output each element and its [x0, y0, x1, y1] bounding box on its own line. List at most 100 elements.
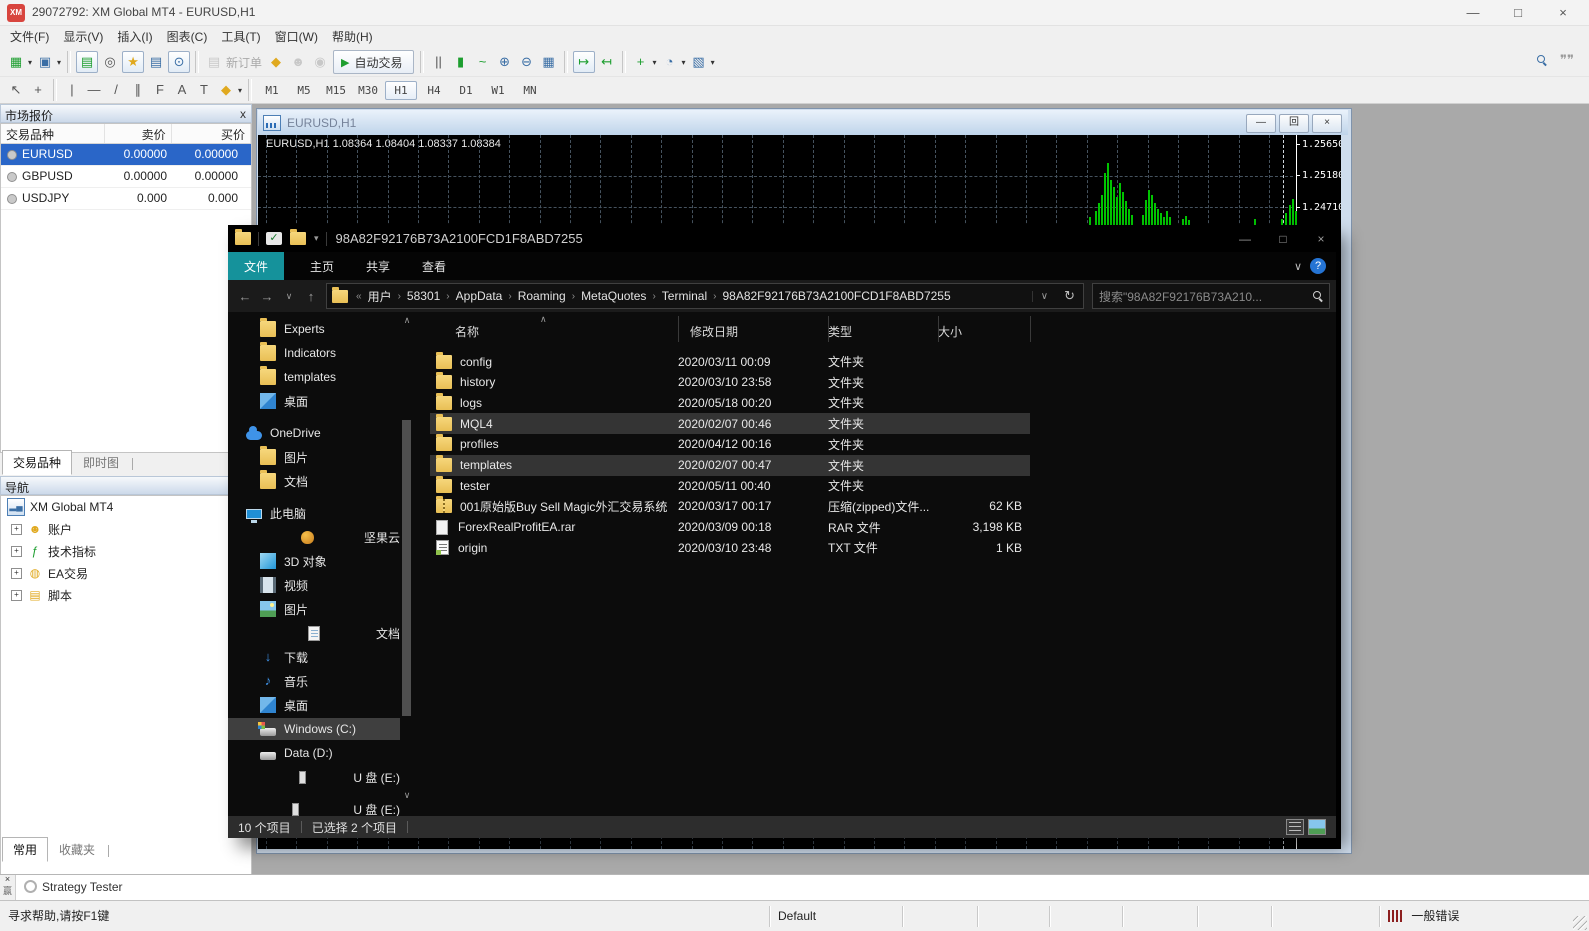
market-row-EURUSD[interactable]: EURUSD 0.00000 0.00000 — [1, 144, 251, 166]
market-watch-close-icon[interactable]: x — [240, 107, 246, 121]
cursor-icon[interactable]: ↖ — [6, 80, 26, 100]
indicators-icon[interactable]: + — [631, 52, 651, 72]
status-profile[interactable]: Default — [770, 906, 903, 927]
indicators-dropdown-caret[interactable]: ▾ — [653, 58, 657, 67]
market-watch-icon[interactable]: ▤ — [76, 51, 99, 73]
mw-tab-交易品种[interactable]: 交易品种 — [2, 450, 73, 475]
sidebar-item-10[interactable]: 视频 — [228, 574, 400, 596]
shapes-icon[interactable]: ◆ — [216, 80, 236, 100]
fibonacci-icon[interactable]: F — [150, 80, 170, 100]
line-chart-icon[interactable]: ~ — [473, 52, 493, 72]
tester-close-icon[interactable]: × — [0, 875, 15, 884]
sidebar-item-2[interactable]: templates — [228, 366, 400, 388]
chart-caption[interactable]: EURUSD,H1 — 回 × — [258, 110, 1348, 135]
strategy-tester-icon[interactable]: ⊙ — [168, 51, 191, 73]
timeframe-m30[interactable]: M30 — [353, 82, 383, 99]
file-row-2[interactable]: logs 2020/05/18 00:20 文件夹 — [430, 392, 1030, 413]
sidebar-item-12[interactable]: 文档 — [228, 622, 400, 644]
sidebar-scrollbar-thumb[interactable] — [402, 420, 411, 716]
timeframe-d1[interactable]: D1 — [451, 82, 481, 99]
column-header-0[interactable]: 名称 — [455, 323, 479, 340]
trendline-icon[interactable]: / — [106, 80, 126, 100]
timeframe-m15[interactable]: M15 — [321, 82, 351, 99]
sidebar-item-11[interactable]: 图片 — [228, 598, 400, 620]
mw-column-1[interactable]: 卖价 — [105, 124, 172, 143]
vertical-line-icon[interactable]: | — [62, 80, 82, 100]
timeframe-h1[interactable]: H1 — [385, 80, 418, 100]
scrollbar-up-icon[interactable]: ∧ — [401, 315, 413, 326]
nav-item-3[interactable]: + ▤ 脚本 — [1, 584, 251, 606]
sidebar-item-8[interactable]: 坚果云 — [228, 526, 400, 548]
menu-item-1[interactable]: 显示(V) — [63, 25, 117, 48]
column-header-1[interactable]: 修改日期 — [690, 323, 738, 340]
sidebar-item-4[interactable]: OneDrive — [228, 422, 400, 444]
menu-item-2[interactable]: 插入(I) — [117, 25, 166, 48]
periods-icon[interactable]: ◔ — [660, 52, 680, 72]
back-icon[interactable]: ← — [234, 289, 256, 304]
breadcrumb-5[interactable]: Terminal — [660, 289, 709, 303]
sidebar-item-7[interactable]: 此电脑 — [228, 502, 400, 524]
expand-icon[interactable]: + — [11, 523, 22, 535]
checked-folder-icon[interactable]: ✓ — [266, 232, 282, 245]
breadcrumb-0[interactable]: 用户 — [366, 288, 394, 305]
chart-restore-button[interactable]: 回 — [1279, 114, 1309, 133]
ribbon-collapse-icon[interactable]: ∨ — [1294, 260, 1302, 273]
community-icon[interactable]: ☻ — [288, 52, 308, 72]
breadcrumb-3[interactable]: Roaming — [516, 289, 568, 303]
qat-dropdown-caret[interactable]: ▾ — [314, 233, 319, 244]
sidebar-item-18[interactable]: U 盘 (E:) — [228, 766, 400, 788]
menu-item-3[interactable]: 图表(C) — [167, 25, 222, 48]
autotrade-button[interactable]: ▶ 自动交易 — [333, 50, 414, 74]
horizontal-line-icon[interactable]: — — [84, 80, 104, 100]
tester-side-tab[interactable]: 赢 — [0, 884, 15, 897]
file-row-7[interactable]: 001原始版Buy Sell Magic外汇交易系统 2020/03/17 00:… — [430, 496, 1030, 517]
explorer-minimize-button[interactable]: — — [1230, 232, 1260, 246]
templates-dropdown-caret[interactable]: ▾ — [711, 58, 715, 67]
close-button[interactable]: × — [1548, 3, 1578, 22]
zoom-in-icon[interactable]: ⊕ — [495, 52, 515, 72]
timeframe-m5[interactable]: M5 — [289, 82, 319, 99]
nav-item-1[interactable]: + ƒ 技术指标 — [1, 540, 251, 562]
resize-grip[interactable] — [1573, 916, 1587, 930]
address-dropdown-icon[interactable]: ∨ — [1031, 290, 1056, 302]
tile-windows-icon[interactable]: ▦ — [539, 52, 559, 72]
help-icon[interactable]: ? — [1310, 258, 1326, 274]
ribbon-tab-查看[interactable]: 查看 — [406, 252, 462, 280]
file-row-9[interactable]: origin 2020/03/10 23:48 TXT 文件 1 KB — [430, 537, 1030, 558]
ribbon-tab-主页[interactable]: 主页 — [294, 252, 350, 280]
chart-shift-icon[interactable]: ↤ — [597, 52, 617, 72]
column-divider[interactable] — [828, 316, 829, 342]
navigator-icon[interactable]: ★ — [122, 51, 145, 73]
explorer-maximize-button[interactable]: □ — [1268, 232, 1298, 246]
timeframe-h4[interactable]: H4 — [419, 82, 449, 99]
maximize-button[interactable]: □ — [1503, 3, 1533, 22]
new-order-icon[interactable]: ▤ — [204, 52, 224, 72]
ribbon-tab-共享[interactable]: 共享 — [350, 252, 406, 280]
breadcrumb-4[interactable]: MetaQuotes — [579, 289, 648, 303]
file-row-6[interactable]: tester 2020/05/11 00:40 文件夹 — [430, 475, 1030, 496]
text-label-icon[interactable]: T — [194, 80, 214, 100]
news-icon[interactable]: ◉ — [310, 52, 330, 72]
periods-dropdown-caret[interactable]: ▾ — [682, 58, 686, 67]
sidebar-item-17[interactable]: Data (D:) — [228, 742, 400, 764]
sidebar-item-14[interactable]: ♪ 音乐 — [228, 670, 400, 692]
file-row-5[interactable]: templates 2020/02/07 00:47 文件夹 — [430, 454, 1030, 476]
breadcrumb-6[interactable]: 98A82F92176B73A2100FCD1F8ABD7255 — [720, 289, 952, 303]
column-sort-icon[interactable]: ∧ — [540, 314, 547, 325]
new-chart-dropdown-caret[interactable]: ▾ — [28, 58, 32, 67]
sidebar-item-13[interactable]: ↓ 下载 — [228, 646, 400, 668]
column-divider[interactable] — [938, 316, 939, 342]
expand-icon[interactable]: + — [11, 545, 22, 557]
equidistant-channel-icon[interactable]: ∥ — [128, 80, 148, 100]
chart-close-button[interactable]: × — [1312, 114, 1342, 133]
explorer-close-button[interactable]: × — [1306, 232, 1336, 246]
breadcrumb-2[interactable]: AppData — [454, 289, 505, 303]
market-row-GBPUSD[interactable]: GBPUSD 0.00000 0.00000 — [1, 166, 251, 188]
bar-chart-icon[interactable]: || — [429, 52, 449, 72]
sidebar-item-0[interactable]: Experts — [228, 318, 400, 340]
sidebar-item-15[interactable]: 桌面 — [228, 694, 400, 716]
scrollbar-down-icon[interactable]: ∨ — [401, 790, 413, 801]
sidebar-item-3[interactable]: 桌面 — [228, 390, 400, 412]
menu-item-4[interactable]: 工具(T) — [221, 25, 274, 48]
data-window-icon[interactable]: ◎ — [100, 52, 120, 72]
